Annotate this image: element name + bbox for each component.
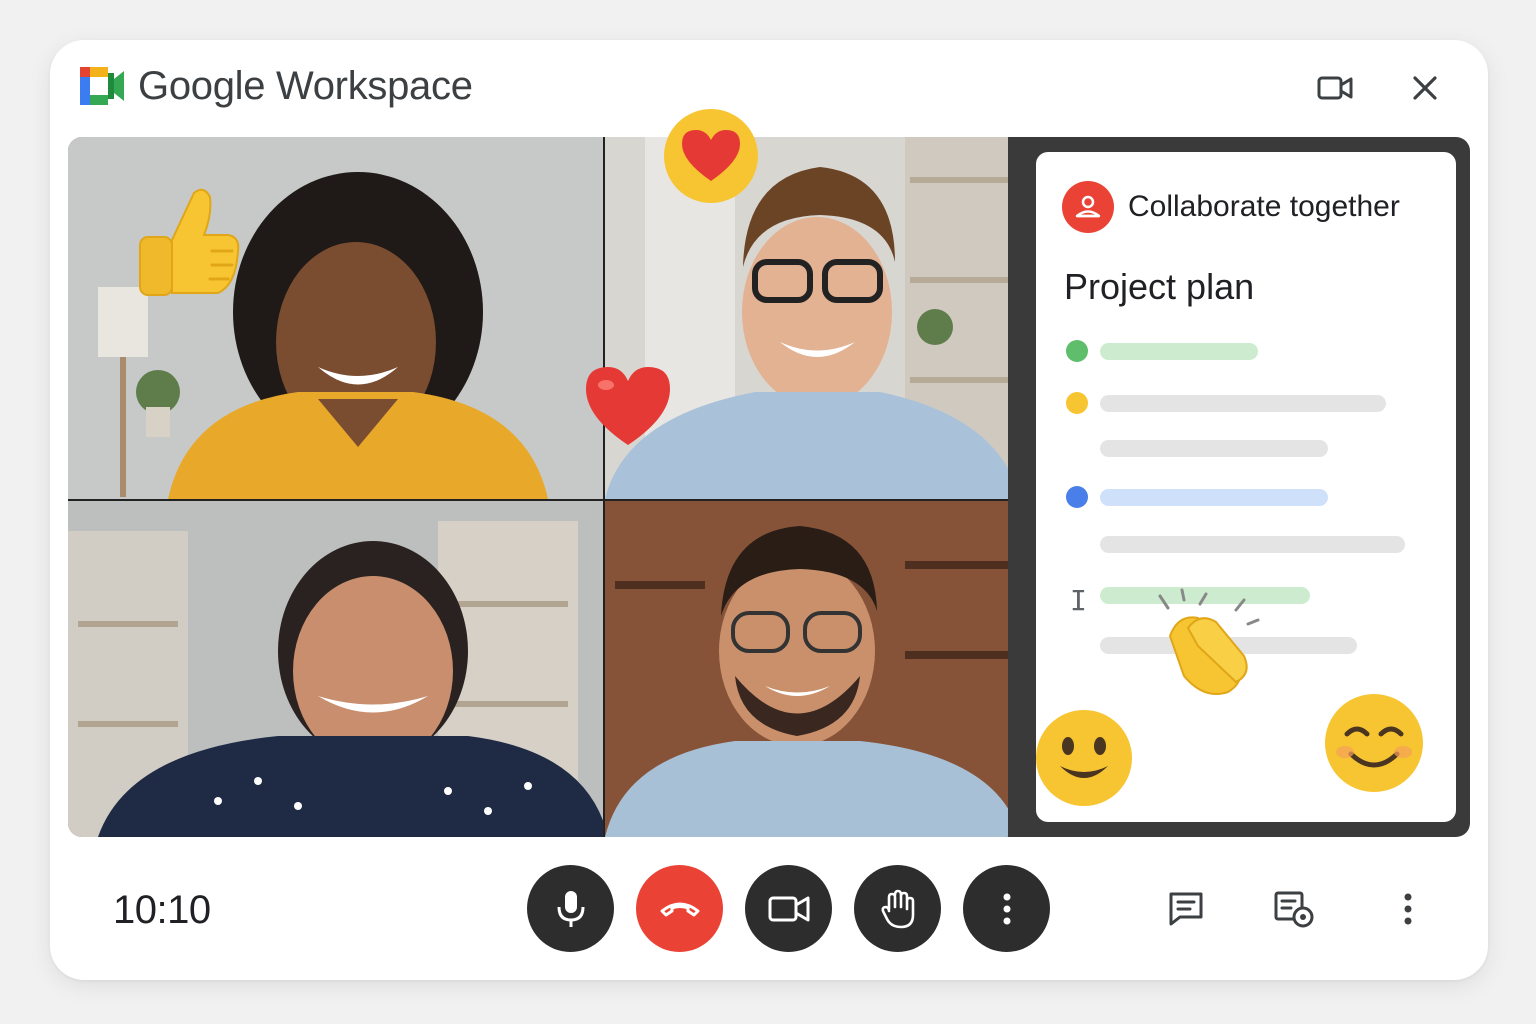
more-vert-button[interactable] (1384, 885, 1432, 933)
more-options-button[interactable] (963, 865, 1050, 952)
close-icon[interactable] (1401, 64, 1449, 112)
red-heart-emoji (586, 367, 670, 445)
status-dot-yellow (1066, 392, 1088, 414)
participant-video-3 (68, 501, 603, 837)
blushing-face-emoji (1325, 694, 1423, 792)
text-cursor-icon: I (1070, 584, 1087, 617)
doc-line (1100, 536, 1405, 553)
raise-hand-button[interactable] (854, 865, 941, 952)
activities-icon (1274, 891, 1314, 928)
raise-hand-icon (881, 889, 914, 928)
chat-icon (1169, 892, 1203, 926)
doc-line (1100, 440, 1328, 457)
more-vert-icon (1404, 893, 1412, 925)
more-options-icon (1003, 893, 1010, 924)
camera-icon (768, 896, 809, 921)
participant-tile-4[interactable] (605, 501, 1020, 837)
participant-video-4 (605, 501, 1020, 837)
video-camera-icon[interactable] (1311, 64, 1359, 112)
collaborator-avatar-icon (1062, 181, 1114, 233)
doc-line (1100, 343, 1258, 360)
doc-title: Project plan (1064, 266, 1255, 307)
doc-line (1100, 395, 1386, 412)
doc-line (1100, 489, 1328, 506)
smiling-face-emoji (1036, 710, 1132, 806)
participant-tile-3[interactable] (68, 501, 603, 837)
meeting-window: Google Workspace Collaborate together Pr… (50, 40, 1488, 980)
thumbs-up-emoji (139, 188, 240, 296)
clapping-hands-emoji (1158, 588, 1260, 695)
end-call-button[interactable] (636, 865, 723, 952)
meeting-clock: 10:10 (113, 888, 211, 932)
activities-button[interactable] (1270, 885, 1318, 933)
heart-emoji (664, 109, 758, 203)
microphone-icon (557, 890, 584, 927)
end-call-icon (660, 902, 699, 916)
app-title: Google Workspace (138, 64, 473, 108)
microphone-button[interactable] (527, 865, 614, 952)
chat-button[interactable] (1162, 885, 1210, 933)
status-dot-green (1066, 340, 1088, 362)
camera-button[interactable] (745, 865, 832, 952)
status-dot-blue (1066, 486, 1088, 508)
google-meet-logo-icon (80, 67, 124, 105)
doc-heading: Collaborate together (1128, 190, 1400, 223)
